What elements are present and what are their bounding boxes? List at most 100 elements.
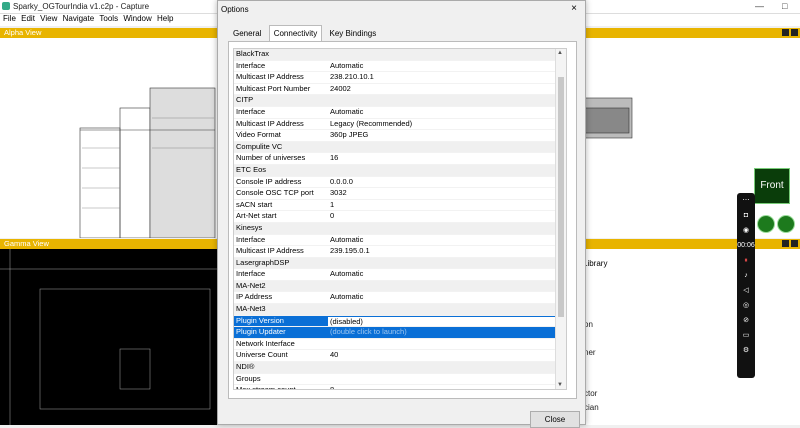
menu-view[interactable]: View	[40, 14, 57, 23]
property-row[interactable]: Universe Count 40	[234, 350, 566, 363]
property-name: Art-Net start	[236, 211, 277, 221]
gamma-view-title: Gamma View	[4, 239, 49, 248]
vertical-scrollbar[interactable]: ▲ ▼	[555, 49, 566, 389]
library-tab[interactable]: Library	[583, 259, 607, 268]
library-panel	[576, 249, 800, 425]
property-row[interactable]: Art-Net start 0	[234, 211, 566, 223]
property-value: 24002	[330, 83, 351, 93]
menu-tools[interactable]: Tools	[99, 14, 118, 23]
property-row[interactable]: IP Address Automatic	[234, 292, 566, 305]
property-name: Interface	[236, 234, 266, 244]
property-value[interactable]: (disabled)	[328, 316, 558, 326]
property-row[interactable]: Network Interface	[234, 339, 566, 351]
menu-help[interactable]: Help	[157, 14, 173, 23]
property-row[interactable]: Multicast IP Address Legacy (Recommended)	[234, 119, 566, 131]
property-category[interactable]: Kinesys	[234, 222, 566, 235]
speaker-icon[interactable]: ◁	[737, 283, 755, 298]
property-name: LasergraphDSP	[236, 257, 290, 267]
webcam-icon[interactable]: ◎	[737, 298, 755, 313]
property-value: Automatic	[330, 292, 364, 302]
property-category[interactable]: CITP	[234, 95, 566, 107]
recorder-menu-icon[interactable]: ⋯	[737, 193, 755, 208]
options-dialog: Options × General Connectivity Key Bindi…	[217, 0, 586, 428]
record-icon[interactable]: ◉	[737, 223, 755, 238]
property-category[interactable]: MA-Net3	[234, 304, 566, 316]
property-row[interactable]: Interface Automatic	[234, 269, 566, 281]
pause-icon[interactable]: ⏸	[737, 253, 755, 268]
close-button[interactable]: Close	[530, 411, 580, 428]
tab-connectivity[interactable]: Connectivity	[268, 25, 323, 42]
property-row[interactable]: Groups	[234, 374, 566, 386]
front-view-button[interactable]: Front	[754, 168, 790, 204]
mute-mic-icon[interactable]: ⊘	[737, 313, 755, 328]
panel-close-icon[interactable]	[791, 29, 798, 36]
property-value: Automatic	[330, 106, 364, 116]
property-row[interactable]: Multicast Port Number 24002	[234, 84, 566, 96]
maximize-icon[interactable]: □	[782, 1, 787, 11]
property-row[interactable]: Console OSC TCP port 3032	[234, 188, 566, 200]
settings-icon[interactable]: ⚙	[737, 343, 755, 358]
property-row[interactable]: Plugin Updater (double click to launch)	[234, 327, 566, 339]
property-value: 1	[330, 199, 335, 209]
window-icon[interactable]: ▭	[737, 328, 755, 343]
scroll-up-icon[interactable]: ▲	[557, 50, 563, 56]
microphone-icon[interactable]: ♪	[737, 268, 755, 283]
menu-edit[interactable]: Edit	[21, 14, 35, 23]
property-row[interactable]: Interface Automatic	[234, 235, 566, 247]
library-item[interactable]: ctor	[584, 389, 597, 398]
stage-render-gamma	[0, 249, 218, 425]
app-logo-icon	[2, 2, 10, 10]
property-value: Automatic	[330, 60, 364, 70]
property-row[interactable]: Interface Automatic	[234, 61, 566, 73]
panel-close-icon[interactable]	[791, 240, 798, 247]
property-category[interactable]: NDI®	[234, 362, 566, 374]
property-value: 16	[330, 153, 339, 163]
tab-general[interactable]: General	[228, 25, 266, 42]
screen-recorder-toolbar: ⋯ ◘ ◉ 00:06 ⏸ ♪ ◁ ◎ ⊘ ▭ ⚙	[737, 193, 755, 378]
property-row[interactable]: Plugin Version(disabled)⌄	[234, 315, 566, 328]
property-name: MA-Net2	[236, 280, 266, 290]
property-row[interactable]: Max stream count 8	[234, 385, 566, 389]
tab-key-bindings[interactable]: Key Bindings	[325, 25, 382, 42]
menu-navigate[interactable]: Navigate	[63, 14, 95, 23]
property-name: Video Format	[236, 130, 281, 140]
property-name: IP Address	[236, 292, 273, 302]
property-row[interactable]: Multicast IP Address 239.195.0.1	[234, 246, 566, 258]
property-row[interactable]: Number of universes 16	[234, 153, 566, 165]
scroll-down-icon[interactable]: ▼	[557, 382, 563, 388]
property-name: Multicast Port Number	[236, 83, 311, 93]
property-category[interactable]: LasergraphDSP	[234, 257, 566, 270]
menu-file[interactable]: File	[3, 14, 16, 23]
gamma-view-canvas[interactable]	[0, 249, 218, 425]
property-row[interactable]: sACN start 1	[234, 200, 566, 212]
menu-window[interactable]: Window	[123, 14, 151, 23]
pin-icon[interactable]	[782, 29, 789, 36]
camera-icon[interactable]: ◘	[737, 208, 755, 223]
property-category[interactable]: Compulite VC	[234, 141, 566, 154]
property-row[interactable]: Multicast IP Address 238.210.10.1	[234, 72, 566, 84]
property-row[interactable]: Video Format 360p JPEG	[234, 130, 566, 142]
pin-icon[interactable]	[782, 240, 789, 247]
property-row[interactable]: Console IP address 0.0.0.0	[234, 177, 566, 189]
property-value: Legacy (Recommended)	[330, 118, 413, 128]
property-name: Interface	[236, 106, 266, 116]
scroll-thumb[interactable]	[558, 77, 564, 317]
property-value: 239.195.0.1	[330, 246, 370, 256]
property-row[interactable]: Interface Automatic	[234, 107, 566, 119]
property-name: Console OSC TCP port	[236, 188, 314, 198]
menu-mode-button[interactable]	[777, 215, 795, 233]
dialog-title: Options	[221, 5, 249, 14]
close-icon[interactable]: ×	[571, 3, 577, 14]
property-grid[interactable]: BlackTrax Interface Automatic Multicast IP …	[233, 48, 567, 390]
property-category[interactable]: ETC Eos	[234, 164, 566, 177]
property-category[interactable]: BlackTrax	[234, 49, 566, 61]
property-name: Compulite VC	[236, 141, 283, 151]
library-item[interactable]: cian	[584, 403, 599, 412]
property-name: MA-Net3	[236, 304, 266, 314]
minimize-icon[interactable]: —	[755, 1, 764, 11]
camera-mode-button[interactable]	[757, 215, 775, 233]
property-name: Multicast IP Address	[236, 72, 304, 82]
property-name: CITP	[236, 95, 254, 105]
property-category[interactable]: MA-Net2	[234, 280, 566, 293]
property-value: Automatic	[330, 269, 364, 279]
